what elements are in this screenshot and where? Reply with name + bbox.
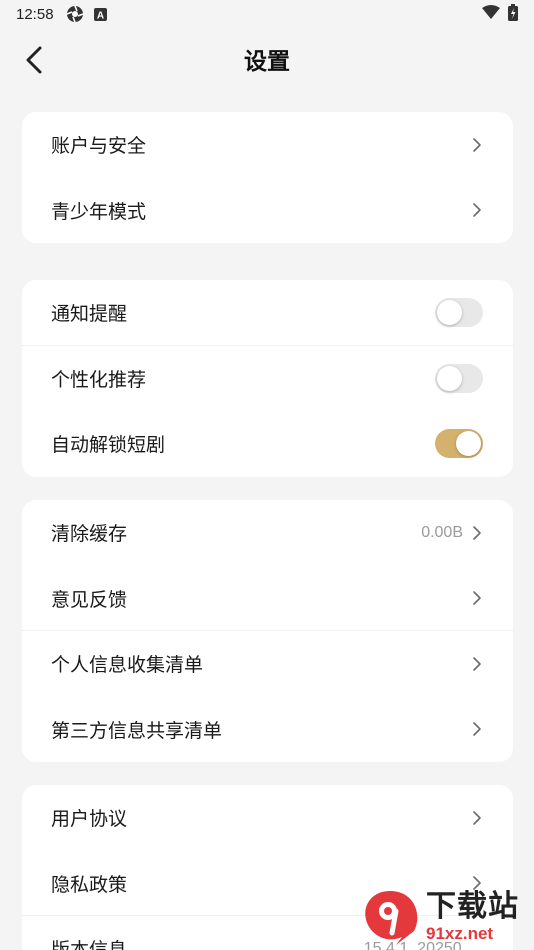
row-label: 意见反馈	[51, 588, 128, 611]
row-label: 青少年模式	[51, 200, 147, 223]
auto-unlock-row: 自动解锁短剧	[22, 411, 513, 477]
toggle-knob	[437, 300, 462, 326]
cache-size-value: 0.00B	[421, 523, 463, 541]
battery-icon	[508, 3, 518, 25]
chevron-right-icon	[471, 721, 483, 737]
aperture-icon	[66, 5, 84, 23]
chevron-right-icon	[471, 137, 483, 153]
row-label: 账户与安全	[51, 135, 147, 158]
status-bar: 12:58 A	[0, 0, 534, 28]
row-label: 清除缓存	[51, 523, 128, 546]
site-watermark: 下载站 91xz.net	[358, 886, 530, 948]
row-label: 个性化推荐	[51, 368, 147, 391]
toggle-knob	[456, 431, 481, 457]
teen-mode-row[interactable]: 青少年模式	[22, 178, 513, 244]
notification-toggle[interactable]	[435, 298, 483, 328]
a-badge-icon: A	[93, 7, 107, 21]
status-time: 12:58	[16, 5, 54, 23]
row-label: 用户协议	[51, 808, 128, 831]
chevron-right-icon	[471, 202, 483, 218]
clear-cache-row[interactable]: 清除缓存 0.00B	[22, 500, 513, 566]
row-label: 第三方信息共享清单	[51, 719, 223, 742]
wifi-icon	[482, 5, 500, 23]
chevron-right-icon	[471, 810, 483, 826]
notification-reminder-row: 通知提醒	[22, 280, 513, 346]
page-title: 设置	[244, 49, 290, 75]
auto-unlock-toggle[interactable]	[435, 429, 483, 459]
svg-text:A: A	[96, 10, 103, 21]
settings-group-account: 账户与安全 青少年模式	[22, 112, 513, 243]
chevron-right-icon	[471, 590, 483, 606]
row-label: 自动解锁短剧	[51, 434, 166, 457]
watermark-sub: 91xz.net	[426, 924, 494, 943]
watermark-text: 下载站 91xz.net	[426, 890, 519, 944]
personal-info-list-row[interactable]: 个人信息收集清单	[22, 631, 513, 697]
third-party-share-row[interactable]: 第三方信息共享清单	[22, 697, 513, 763]
settings-group-preferences: 通知提醒 个性化推荐 自动解锁短剧	[22, 280, 513, 477]
back-button[interactable]	[14, 40, 54, 80]
row-label: 版本信息	[51, 935, 364, 950]
personalized-recommend-row: 个性化推荐	[22, 346, 513, 412]
settings-group-misc: 清除缓存 0.00B 意见反馈 个人信息收集清单 第三方信息共享清单	[22, 500, 513, 762]
account-security-row[interactable]: 账户与安全	[22, 112, 513, 178]
watermark-logo-icon	[358, 887, 422, 947]
personalized-recommend-toggle[interactable]	[435, 363, 483, 393]
chevron-right-icon	[471, 656, 483, 672]
chevron-left-icon	[26, 46, 42, 74]
feedback-row[interactable]: 意见反馈	[22, 566, 513, 632]
watermark-main: 下载站	[426, 889, 519, 924]
toggle-knob	[437, 365, 462, 391]
row-label: 个人信息收集清单	[51, 654, 204, 677]
row-label: 通知提醒	[51, 303, 128, 326]
user-agreement-row[interactable]: 用户协议	[22, 785, 513, 851]
chevron-right-icon	[471, 525, 483, 541]
top-bar: 设置	[0, 28, 534, 90]
